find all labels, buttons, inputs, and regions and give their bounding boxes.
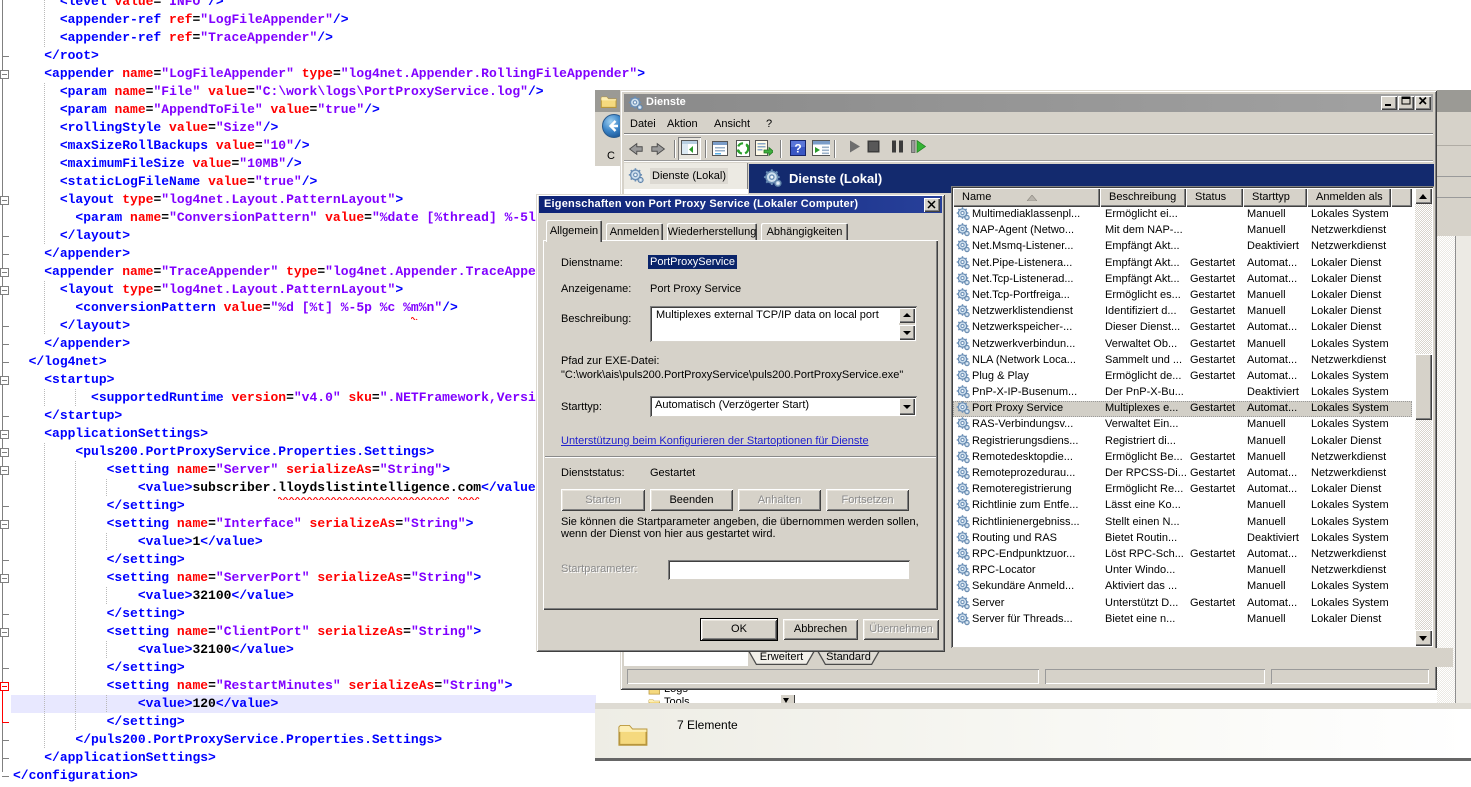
svg-text:?: ? [794,142,801,156]
